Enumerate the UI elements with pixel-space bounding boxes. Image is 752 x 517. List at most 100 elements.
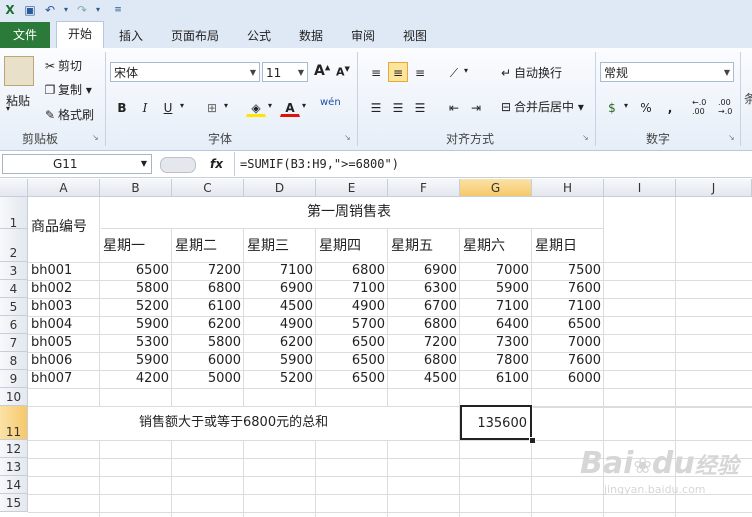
formula-input[interactable]: =SUMIF(B3:H9,">=6800") — [240, 154, 750, 174]
orientation-dropdown-icon[interactable]: ▾ — [464, 66, 468, 75]
tab-page-layout[interactable]: 页面布局 — [162, 24, 228, 48]
font-name-select[interactable]: 宋体 ▼ — [110, 62, 260, 82]
number-launcher-icon[interactable]: ↘ — [728, 133, 735, 142]
alignment-launcher-icon[interactable]: ↘ — [582, 133, 589, 142]
cell-d8[interactable]: 5900 — [244, 352, 313, 370]
cell-c5[interactable]: 6100 — [172, 298, 241, 316]
increase-decimal-icon[interactable]: ←.0.00 — [692, 98, 706, 116]
number-format-select[interactable]: 常规 ▼ — [600, 62, 734, 82]
text-orientation-icon[interactable]: ⟋ — [444, 62, 464, 82]
tab-data[interactable]: 数据 — [290, 24, 332, 48]
cell-a7[interactable]: bh005 — [31, 334, 72, 352]
row-header-8[interactable]: 8 — [0, 352, 28, 370]
column-header-g[interactable]: G — [460, 179, 532, 197]
row-header-6[interactable]: 6 — [0, 316, 28, 334]
decrease-indent-icon[interactable]: ⇤ — [444, 97, 464, 117]
cell-d6[interactable]: 4900 — [244, 316, 313, 334]
cell-c6[interactable]: 6200 — [172, 316, 241, 334]
cell-g3[interactable]: 7000 — [460, 262, 529, 280]
customize-toolbar-icon[interactable]: ≡ — [110, 2, 126, 18]
wrap-text-button[interactable]: ↵ 自动换行 — [498, 64, 562, 81]
cell-a3[interactable]: bh001 — [31, 262, 72, 280]
cell-c4[interactable]: 6800 — [172, 280, 241, 298]
clipboard-launcher-icon[interactable]: ↘ — [92, 133, 99, 142]
cell-e8[interactable]: 6500 — [316, 352, 385, 370]
bold-button[interactable]: B — [112, 97, 132, 117]
format-painter-button[interactable]: ✎ 格式刷 — [42, 106, 94, 123]
row-header-4[interactable]: 4 — [0, 280, 28, 298]
cell-a6[interactable]: bh004 — [31, 316, 72, 334]
underline-button[interactable]: U — [158, 97, 178, 117]
save-icon[interactable]: ▣ — [22, 2, 38, 18]
row-header-11[interactable]: 11 — [0, 406, 28, 440]
tab-insert[interactable]: 插入 — [108, 24, 154, 48]
font-color-icon[interactable]: A — [280, 97, 300, 117]
cell-d7[interactable]: 6200 — [244, 334, 313, 352]
row-header-2[interactable]: 2 — [0, 229, 28, 262]
cell-b5[interactable]: 5200 — [100, 298, 169, 316]
percent-button[interactable]: % — [636, 97, 656, 117]
row-header-5[interactable]: 5 — [0, 298, 28, 316]
column-header-j[interactable]: J — [676, 179, 752, 197]
align-left-icon[interactable]: ☰ — [366, 97, 386, 117]
align-center-icon[interactable]: ☰ — [388, 97, 408, 117]
cell-e3[interactable]: 6800 — [316, 262, 385, 280]
cell-a1-header[interactable]: 商品编号 — [31, 218, 87, 236]
cell-c9[interactable]: 5000 — [172, 370, 241, 388]
cell-g6[interactable]: 6400 — [460, 316, 529, 334]
cell-h4[interactable]: 7600 — [532, 280, 601, 298]
row-header-15[interactable]: 15 — [0, 494, 28, 512]
comma-button[interactable]: , — [660, 97, 680, 117]
cell-e9[interactable]: 6500 — [316, 370, 385, 388]
cell-c7[interactable]: 5800 — [172, 334, 241, 352]
redo-dropdown-icon[interactable]: ▾ — [90, 2, 106, 18]
align-top-icon[interactable]: ≡ — [366, 62, 386, 82]
borders-icon[interactable]: ⊞ — [202, 97, 222, 117]
cell-b7[interactable]: 5300 — [100, 334, 169, 352]
cell-e2-day[interactable]: 星期四 — [319, 237, 361, 255]
cell-a11-summary-label[interactable]: 销售额大于或等于6800元的总和 — [139, 414, 328, 432]
cell-f6[interactable]: 6800 — [388, 316, 457, 334]
align-middle-icon[interactable]: ≡ — [388, 62, 408, 82]
column-header-i[interactable]: I — [604, 179, 676, 197]
row-header-14[interactable]: 14 — [0, 476, 28, 494]
merge-center-button[interactable]: ⊟ 合并后居中 ▾ — [498, 98, 584, 115]
currency-icon[interactable]: $ — [602, 97, 622, 117]
paste-icon[interactable] — [4, 56, 34, 86]
cell-e7[interactable]: 6500 — [316, 334, 385, 352]
column-header-d[interactable]: D — [244, 179, 316, 197]
underline-dropdown-icon[interactable]: ▾ — [180, 101, 184, 110]
cell-h5[interactable]: 7100 — [532, 298, 601, 316]
cell-a5[interactable]: bh003 — [31, 298, 72, 316]
cell-g9[interactable]: 6100 — [460, 370, 529, 388]
cell-e5[interactable]: 4900 — [316, 298, 385, 316]
fill-color-icon[interactable]: ◈ — [246, 97, 266, 117]
cell-g8[interactable]: 7800 — [460, 352, 529, 370]
row-header-9[interactable]: 9 — [0, 370, 28, 388]
insert-function-button[interactable]: fx — [210, 154, 230, 174]
cell-f4[interactable]: 6300 — [388, 280, 457, 298]
name-box[interactable]: G11 ▼ — [2, 154, 152, 174]
cell-e4[interactable]: 7100 — [316, 280, 385, 298]
cell-a8[interactable]: bh006 — [31, 352, 72, 370]
cell-c2-day[interactable]: 星期二 — [175, 237, 217, 255]
align-right-icon[interactable]: ☰ — [410, 97, 430, 117]
cell-f7[interactable]: 7200 — [388, 334, 457, 352]
row-header-1[interactable]: 1 — [0, 197, 28, 230]
grow-font-button[interactable]: A▲ — [314, 63, 330, 79]
cell-h6[interactable]: 6500 — [532, 316, 601, 334]
cell-d3[interactable]: 7100 — [244, 262, 313, 280]
cell-f2-day[interactable]: 星期五 — [391, 237, 433, 255]
cell-e6[interactable]: 5700 — [316, 316, 385, 334]
tab-file[interactable]: 文件 — [0, 22, 50, 48]
increase-indent-icon[interactable]: ⇥ — [466, 97, 486, 117]
currency-dropdown-icon[interactable]: ▾ — [624, 101, 628, 110]
phonetic-icon[interactable]: wén — [320, 97, 341, 108]
tab-review[interactable]: 审阅 — [342, 24, 384, 48]
font-launcher-icon[interactable]: ↘ — [344, 133, 351, 142]
select-all-corner[interactable] — [0, 179, 28, 197]
cell-h2-day[interactable]: 星期日 — [535, 237, 577, 255]
cell-b8[interactable]: 5900 — [100, 352, 169, 370]
cell-h7[interactable]: 7000 — [532, 334, 601, 352]
align-bottom-icon[interactable]: ≡ — [410, 62, 430, 82]
